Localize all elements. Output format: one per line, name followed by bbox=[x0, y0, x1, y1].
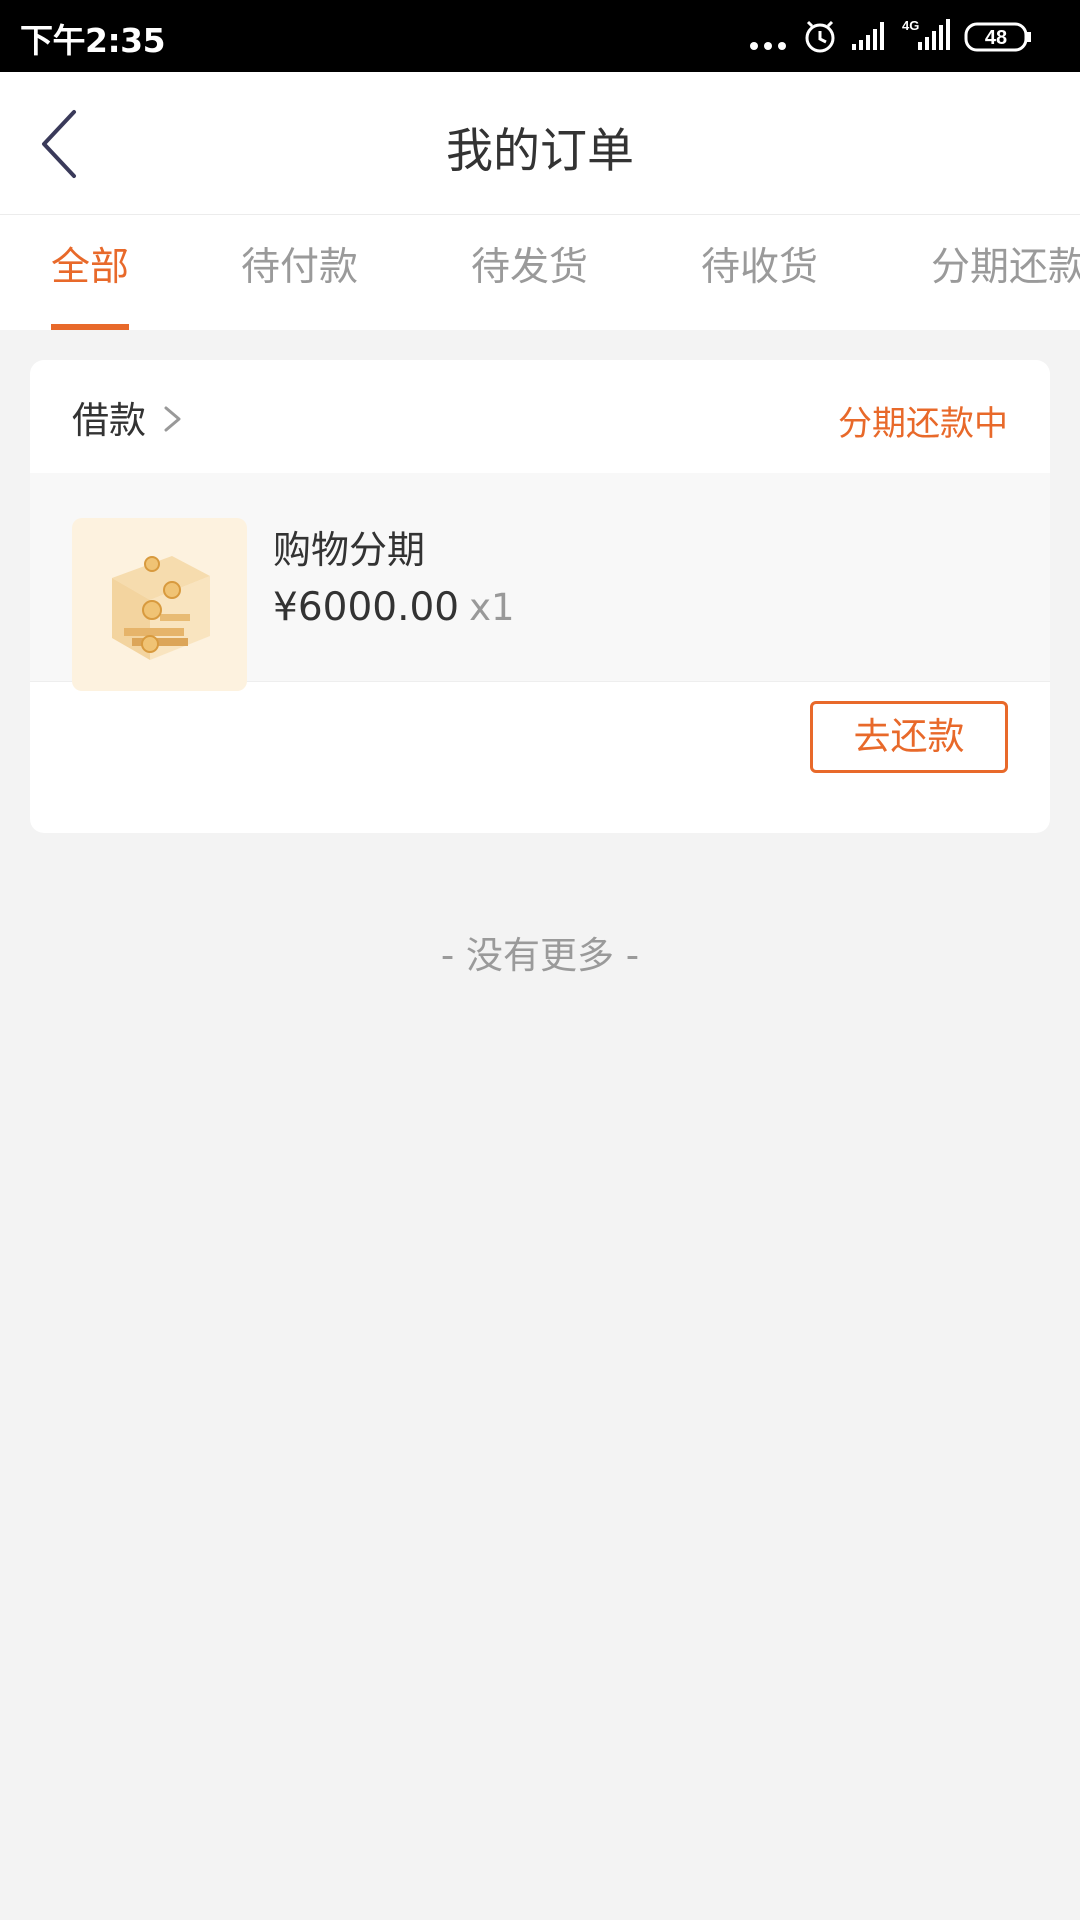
product-price: ¥6000.00 bbox=[273, 585, 460, 630]
tab-label: 分期还款 bbox=[931, 245, 1080, 290]
tab-label: 全部 bbox=[51, 245, 130, 290]
tab-pending-payment[interactable]: 待付款 bbox=[241, 215, 358, 330]
order-type-link[interactable]: 借款 bbox=[72, 390, 146, 444]
status-time: 下午2:35 bbox=[20, 21, 166, 60]
signal-icon bbox=[852, 22, 884, 50]
order-card-footer: 去还款 bbox=[30, 682, 1050, 833]
alarm-icon bbox=[805, 20, 835, 53]
active-tab-indicator bbox=[51, 324, 130, 330]
order-card-header: 借款 分期还款中 bbox=[30, 360, 1050, 473]
repay-button[interactable]: 去还款 bbox=[810, 701, 1008, 773]
tab-label: 待发货 bbox=[471, 245, 589, 290]
order-tabs: 全部 待付款 待发货 待收货 分期还款 bbox=[0, 215, 1080, 330]
chevron-right-icon bbox=[164, 406, 181, 432]
header-bar: 我的订单 bbox=[0, 72, 1080, 215]
tab-all[interactable]: 全部 bbox=[51, 215, 130, 330]
status-icons: 4G 48 bbox=[750, 18, 1031, 53]
battery-level: 48 bbox=[985, 27, 1007, 49]
tab-pending-receipt[interactable]: 待收货 bbox=[701, 215, 818, 330]
signal-4g-icon: 4G bbox=[902, 18, 950, 50]
product-image bbox=[72, 518, 247, 691]
network-label: 4G bbox=[902, 18, 919, 33]
more-dots-icon bbox=[750, 42, 786, 50]
order-card: 借款 分期还款中 购物分期 ¥6000.00 x1 去还款 bbox=[30, 360, 1050, 833]
tab-pending-shipment[interactable]: 待发货 bbox=[471, 215, 588, 330]
product-name: 购物分期 bbox=[273, 528, 426, 572]
status-bar: 下午2:35 4G 48 bbox=[0, 0, 1080, 72]
order-status: 分期还款中 bbox=[838, 404, 1008, 444]
product-price-row: ¥6000.00 x1 bbox=[273, 585, 515, 630]
tab-label: 待收货 bbox=[701, 245, 819, 290]
page-title: 我的订单 bbox=[446, 124, 634, 179]
tab-installment[interactable]: 分期还款 bbox=[931, 215, 1080, 330]
no-more-text: - 没有更多 - bbox=[440, 934, 640, 977]
tab-label: 待付款 bbox=[241, 245, 359, 290]
product-quantity: x1 bbox=[469, 586, 515, 629]
order-item[interactable]: 购物分期 ¥6000.00 x1 bbox=[30, 473, 1050, 691]
battery-icon: 48 bbox=[964, 22, 1031, 52]
coin-cube-icon bbox=[112, 556, 210, 660]
